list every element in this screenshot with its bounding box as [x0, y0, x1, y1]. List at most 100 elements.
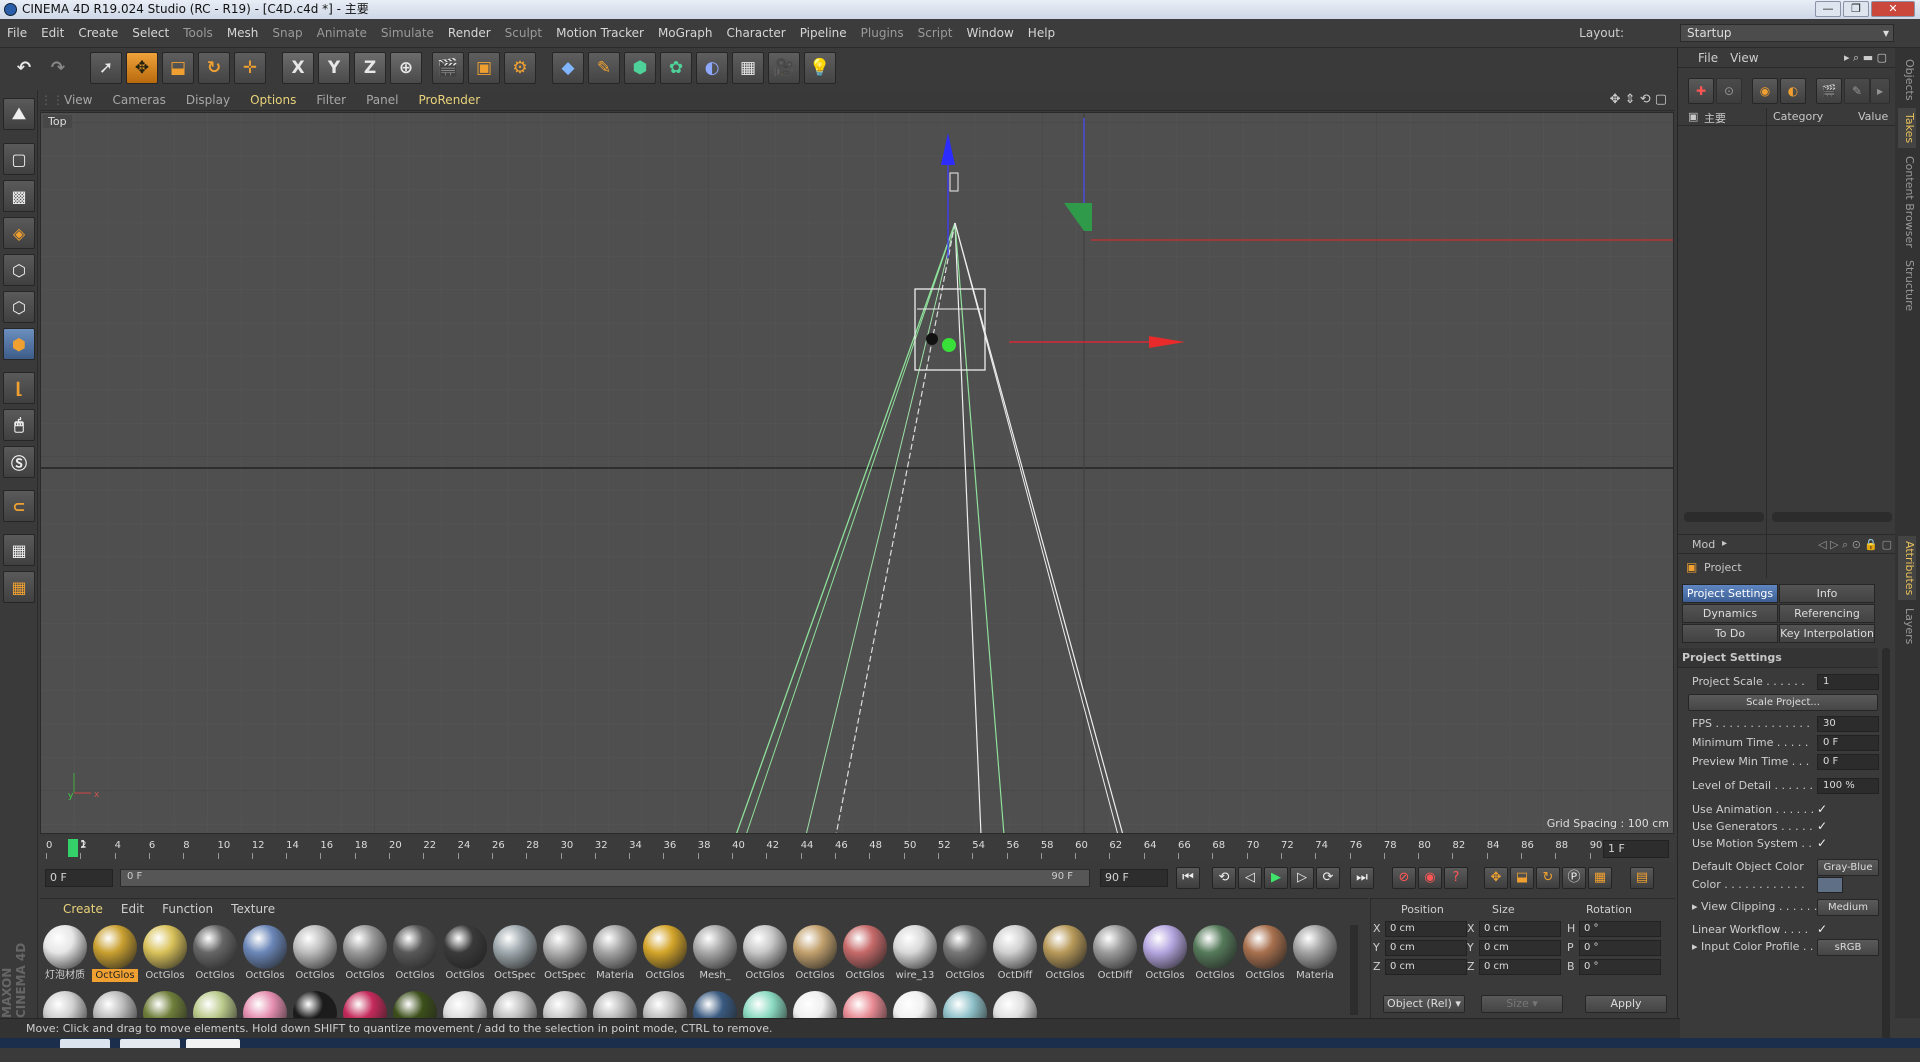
- coord-field[interactable]: 0 cm: [1479, 940, 1561, 956]
- preview-range-slider[interactable]: 0 F 90 F: [120, 869, 1090, 887]
- material-menu-edit[interactable]: Edit: [112, 899, 153, 919]
- color-swatch[interactable]: [1817, 877, 1843, 893]
- end-frame-field[interactable]: 90 F: [1100, 869, 1168, 887]
- objects-header-icons[interactable]: ▸ ⌕ ▬ ▢: [1844, 51, 1887, 65]
- apply-button[interactable]: Apply: [1585, 995, 1667, 1013]
- light-icon[interactable]: 💡: [804, 52, 836, 84]
- menu-sculpt[interactable]: Sculpt: [498, 19, 549, 48]
- material-swatch[interactable]: [293, 991, 337, 1021]
- render-view-icon[interactable]: 🎬: [432, 52, 464, 84]
- menu-window[interactable]: Window: [959, 19, 1020, 48]
- current-frame-field[interactable]: 1 F: [1603, 840, 1669, 858]
- lock-workplane-icon[interactable]: ▦: [3, 534, 35, 566]
- key-parameter-icon[interactable]: Ⓟ: [1562, 867, 1586, 889]
- menu-motion-tracker[interactable]: Motion Tracker: [549, 19, 651, 48]
- attribute-button[interactable]: Medium: [1817, 899, 1879, 916]
- material-swatch[interactable]: [643, 991, 687, 1021]
- tab-key-interpolation[interactable]: Key Interpolation: [1779, 624, 1875, 643]
- material-swatch[interactable]: [743, 991, 787, 1021]
- coord-field[interactable]: 0 cm: [1385, 921, 1467, 937]
- material-swatch[interactable]: [243, 991, 287, 1021]
- make-editable-icon[interactable]: ⛰: [3, 98, 35, 130]
- material-swatch[interactable]: OctDiff: [992, 925, 1038, 983]
- x-axis-lock-button[interactable]: X: [282, 52, 314, 84]
- subdivision-surface-icon[interactable]: ⬢: [624, 52, 656, 84]
- material-swatch[interactable]: OctGlos: [342, 925, 388, 983]
- playhead[interactable]: [68, 839, 78, 857]
- menu-plugins[interactable]: Plugins: [854, 19, 911, 48]
- workplane-mode-icon[interactable]: ◈: [3, 217, 35, 249]
- tab-to-do[interactable]: To Do: [1682, 624, 1778, 643]
- material-swatch[interactable]: [793, 991, 837, 1021]
- viewport-menu-options[interactable]: Options: [240, 90, 306, 111]
- previous-frame-icon[interactable]: ◁: [1238, 867, 1262, 889]
- take-clone-icon[interactable]: ⊙: [1716, 78, 1742, 104]
- attribute-value-field[interactable]: 100 %: [1817, 778, 1879, 794]
- material-swatch[interactable]: [993, 991, 1037, 1021]
- solo-mode-icon[interactable]: Ⓢ: [3, 446, 35, 478]
- live-selection-icon[interactable]: ➚: [90, 52, 122, 84]
- menu-create[interactable]: Create: [71, 19, 125, 48]
- tab-dynamics[interactable]: Dynamics: [1682, 604, 1778, 623]
- record-active-icon[interactable]: ⊘: [1392, 867, 1416, 889]
- coordinate-system-icon[interactable]: ⊕: [390, 52, 422, 84]
- y-axis-lock-button[interactable]: Y: [318, 52, 350, 84]
- material-swatch[interactable]: OctGlos: [392, 925, 438, 983]
- material-swatch[interactable]: [593, 991, 637, 1021]
- tab-takes-vertical[interactable]: Takes: [1898, 108, 1916, 148]
- axis-mode-icon[interactable]: ⌊: [3, 372, 35, 404]
- next-key-icon[interactable]: ⟳: [1316, 867, 1340, 889]
- taskbar-item-1[interactable]: [60, 1039, 110, 1048]
- tab-referencing[interactable]: Referencing: [1779, 604, 1875, 623]
- viewport-menu-cameras[interactable]: Cameras: [102, 90, 175, 111]
- autokey-icon[interactable]: ◉: [1418, 867, 1442, 889]
- material-swatch[interactable]: OctGlos: [292, 925, 338, 983]
- material-menu-texture[interactable]: Texture: [222, 899, 284, 919]
- take-add-icon[interactable]: ✚: [1688, 78, 1714, 104]
- menu-file[interactable]: File: [0, 19, 34, 48]
- material-menu-create[interactable]: Create: [54, 899, 112, 919]
- menu-help[interactable]: Help: [1021, 19, 1062, 48]
- attributes-scrollbar[interactable]: [1882, 648, 1890, 1048]
- tweak-mode-icon[interactable]: 🖱: [3, 409, 35, 441]
- take-override-icon[interactable]: ◉: [1752, 78, 1778, 104]
- attribute-checkbox[interactable]: ✓: [1817, 820, 1830, 833]
- timeline-ruler[interactable]: 0 2 4 6 8 10 12 14 16 18 20 22 24 26 28 30 32 34 36 38 40 42 4…: [40, 836, 1675, 862]
- coord-field[interactable]: 0 cm: [1385, 959, 1467, 975]
- menu-select[interactable]: Select: [125, 19, 176, 48]
- edit-render-settings-icon[interactable]: ⚙: [504, 52, 536, 84]
- redo-button[interactable]: ↷: [42, 52, 74, 84]
- recent-tool-icon[interactable]: ✛: [234, 52, 266, 84]
- next-frame-icon[interactable]: ▷: [1290, 867, 1314, 889]
- tab-project-settings[interactable]: Project Settings: [1682, 584, 1778, 603]
- attributes-nav-icons[interactable]: ◁ ▷ ⌕ ⊙ 🔒 ▢: [1818, 538, 1892, 552]
- menu-snap[interactable]: Snap: [265, 19, 309, 48]
- viewport-menu-display[interactable]: Display: [176, 90, 240, 111]
- attribute-checkbox[interactable]: ✓: [1817, 803, 1830, 816]
- floor-environment-icon[interactable]: ▦: [732, 52, 764, 84]
- viewport-menu-panel[interactable]: Panel: [356, 90, 408, 111]
- tab-objects-vertical[interactable]: Objects: [1898, 56, 1916, 104]
- size-mode-dropdown[interactable]: Size ▾: [1481, 995, 1563, 1013]
- taskbar-item-2[interactable]: [120, 1039, 180, 1048]
- previous-key-icon[interactable]: ⟲: [1212, 867, 1236, 889]
- material-menu-function[interactable]: Function: [153, 899, 222, 919]
- menu-tools[interactable]: Tools: [176, 19, 220, 48]
- coord-field[interactable]: 0 °: [1579, 921, 1661, 937]
- attribute-button[interactable]: Gray-Blue: [1817, 859, 1879, 876]
- material-swatch[interactable]: [843, 991, 887, 1021]
- start-frame-field[interactable]: 0 F: [45, 869, 113, 887]
- material-swatch[interactable]: OctGlos: [1192, 925, 1238, 983]
- coord-mode-dropdown[interactable]: Object (Rel) ▾: [1383, 995, 1465, 1013]
- tab-structure-vertical[interactable]: Structure: [1898, 256, 1916, 316]
- material-swatch[interactable]: OctGlos: [642, 925, 688, 983]
- attributes-mode-menu[interactable]: Mod: [1692, 538, 1715, 551]
- viewport-menu-filter[interactable]: Filter: [306, 90, 356, 111]
- material-swatch[interactable]: [443, 991, 487, 1021]
- menu-animate[interactable]: Animate: [310, 19, 374, 48]
- play-icon[interactable]: ▶: [1264, 867, 1288, 889]
- menu-simulate[interactable]: Simulate: [374, 19, 441, 48]
- close-button[interactable]: ✕: [1871, 1, 1915, 17]
- cube-primitive-icon[interactable]: ◆: [552, 52, 584, 84]
- attribute-button[interactable]: Scale Project...: [1688, 694, 1878, 711]
